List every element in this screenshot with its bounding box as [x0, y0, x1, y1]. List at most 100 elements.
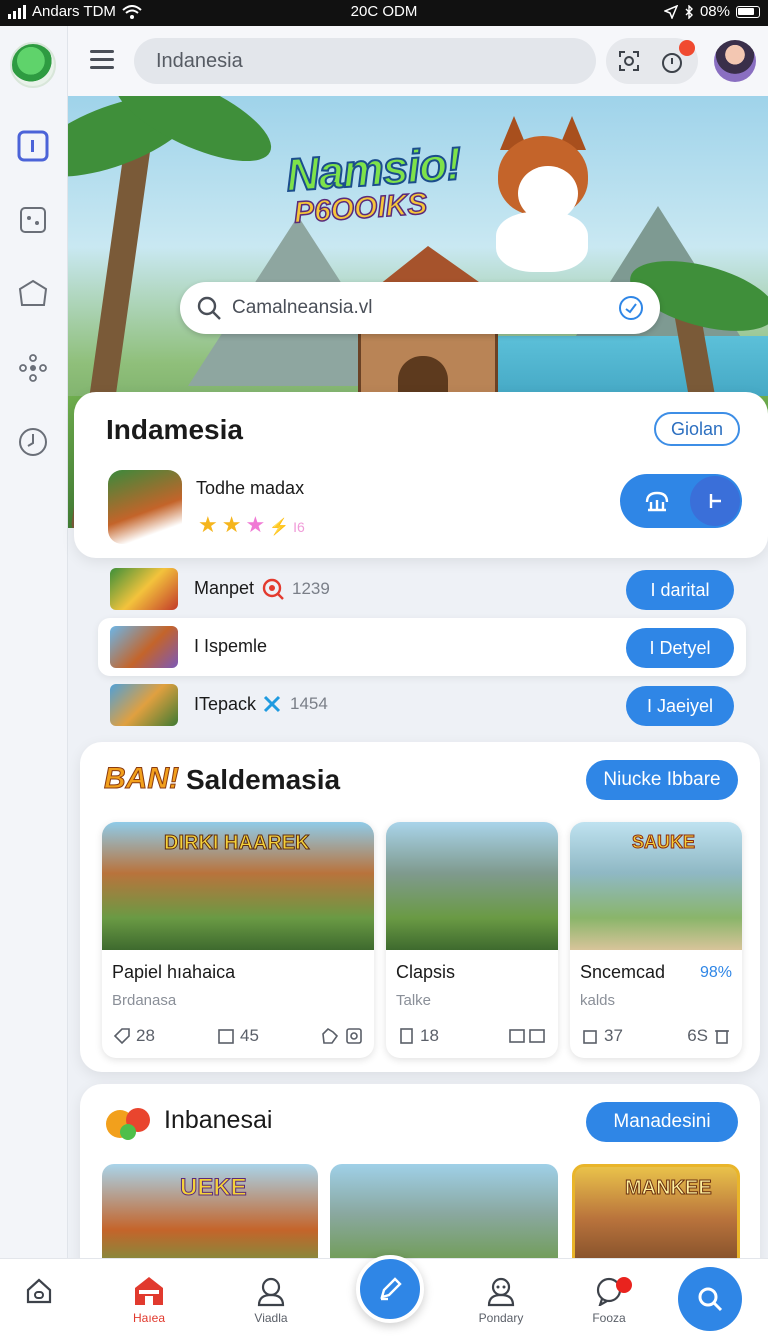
stat-value: 18 — [420, 1026, 439, 1045]
list-item[interactable]: Manpet 1239 I darital — [98, 560, 746, 618]
game-card[interactable]: DIRKI HAAREK Papiel hıahaica Brdanasa 28… — [102, 822, 374, 1058]
user-avatar[interactable] — [714, 40, 756, 82]
clock: 20C ODM — [350, 3, 418, 20]
featured-actions — [620, 474, 742, 528]
hero-search-input[interactable]: Camalneansia.vl — [232, 297, 372, 319]
game-card-title: Papiel hıahaica — [112, 962, 236, 982]
shuffle-icon — [263, 695, 281, 713]
star-icon: ★ — [221, 512, 246, 537]
nav-label: Viadla — [254, 1311, 288, 1325]
user-icon — [257, 1277, 285, 1307]
puzzle-icon — [322, 1027, 339, 1044]
list-item[interactable]: ITepack 1454 I Jaeiyel — [98, 676, 746, 734]
rail-apps-icon[interactable] — [17, 352, 49, 384]
rail-dice-icon[interactable] — [17, 204, 49, 236]
battery-small-icon — [509, 1029, 545, 1043]
section-more-games: Inbanesai Manadesini UEKE MANKEE — [80, 1084, 760, 1284]
list-item-name: ITepack — [194, 694, 257, 714]
section-title: Saldemasia — [186, 764, 341, 795]
bluetooth-icon — [685, 4, 693, 19]
nav-games[interactable]: Haıea — [104, 1271, 194, 1325]
list-item-button[interactable]: I darital — [626, 570, 734, 610]
game-thumbnail-text: UEKE — [180, 1174, 248, 1202]
game-card-art-text: SAUKE — [631, 832, 696, 853]
nav-profile[interactable]: Viadla — [226, 1271, 316, 1325]
featured-app-thumbnail[interactable] — [108, 470, 182, 544]
nav-friends[interactable]: Pondary — [456, 1271, 546, 1325]
cloud-download-icon[interactable] — [642, 488, 672, 514]
featured-action-button[interactable]: Giolan — [654, 412, 740, 446]
chat-unread-dot — [616, 1277, 632, 1293]
stat-value: 28 — [136, 1026, 155, 1045]
home-icon — [26, 1278, 52, 1304]
side-panel-button[interactable] — [690, 476, 740, 526]
rating-count: I6 — [293, 519, 305, 535]
menu-icon[interactable] — [90, 50, 114, 70]
hero-search-bar[interactable]: Camalneansia.vl — [180, 282, 660, 334]
game-card-image — [386, 822, 558, 950]
share-icon — [583, 1030, 597, 1044]
stat-value: 45 — [240, 1026, 259, 1045]
star-icon: ★ — [245, 512, 270, 537]
rail-home-icon[interactable] — [17, 130, 49, 162]
calendar-icon — [218, 1029, 234, 1044]
list-thumbnail — [110, 568, 178, 610]
toolbar-pill — [606, 38, 698, 84]
game-card[interactable]: SAUKE Sncemcad 98% kalds 37 6S — [570, 822, 742, 1058]
game-card[interactable]: Clapsis Talke 18 — [386, 822, 558, 1058]
battery-percent: 08% — [699, 3, 730, 20]
top-search-input[interactable]: Indanesia — [134, 38, 596, 84]
list-item-meta: 1454 — [262, 694, 328, 714]
game-card-subtitle: Brdanasa — [112, 992, 177, 1009]
collapse-icon — [709, 494, 721, 508]
game-card-image: SAUKE — [570, 822, 742, 950]
list-item-name: Manpet — [194, 578, 255, 598]
image-icon — [346, 1028, 362, 1044]
game-card-subtitle: kalds — [580, 992, 616, 1009]
hero-dog-illustration — [478, 116, 608, 272]
search-icon — [197, 296, 221, 320]
half-star-icon: ⚡ — [269, 519, 294, 536]
battery-icon — [736, 5, 760, 18]
copy-icon — [400, 1028, 413, 1044]
list-item-name: I Ispemle — [194, 636, 268, 656]
list-item-button[interactable]: I Detyel — [626, 628, 734, 668]
section-badge: BAN! — [104, 762, 180, 796]
list-item[interactable]: I Ispemle I Detyel — [98, 618, 746, 676]
search-button[interactable] — [678, 1267, 742, 1331]
rail-shield-icon[interactable] — [17, 278, 49, 310]
create-button[interactable] — [356, 1255, 424, 1323]
nav-chat[interactable]: Fooza — [564, 1271, 654, 1325]
notification-badge — [679, 40, 695, 56]
app-logo-avatar[interactable] — [10, 42, 56, 88]
list-item-button[interactable]: I Jaeiyel — [626, 686, 734, 726]
side-rail — [0, 26, 68, 1258]
scan-icon[interactable] — [618, 50, 640, 72]
search-icon — [698, 1287, 723, 1312]
game-card-percent: 98% — [699, 964, 732, 981]
section-action-button[interactable]: Niucke Ibbare — [586, 760, 738, 800]
list-thumbnail — [110, 684, 178, 726]
target-icon — [262, 578, 284, 600]
status-bar: Andars TDM 20C ODM 08% — [0, 0, 768, 26]
nav-label: Fooza — [592, 1311, 626, 1325]
nav-label: Haıea — [132, 1311, 166, 1325]
people-icon — [487, 1277, 515, 1307]
rail-clock-icon[interactable] — [17, 426, 49, 458]
game-card-title: Clapsis — [396, 962, 456, 982]
list-item-count: 1454 — [290, 694, 328, 713]
nav-home[interactable] — [0, 1271, 84, 1311]
section-games: BAN! Saldemasia Niucke Ibbare DIRKI HAAR… — [80, 742, 760, 1072]
game-card-stats: 28 45 — [112, 1026, 364, 1046]
game-card-stats: 18 — [396, 1026, 548, 1046]
tag-icon — [113, 1028, 130, 1045]
verified-check-icon[interactable] — [618, 295, 644, 321]
featured-app-name: Todhe madax — [196, 478, 305, 498]
section-action-button[interactable]: Manadesini — [586, 1102, 738, 1142]
pencil-icon — [380, 1277, 402, 1301]
star-icon: ★ — [198, 512, 222, 537]
game-card-stats: 37 6S — [580, 1026, 732, 1046]
location-icon — [663, 4, 678, 19]
game-card-image: DIRKI HAAREK — [102, 822, 374, 950]
stat-value: 37 — [604, 1026, 623, 1045]
